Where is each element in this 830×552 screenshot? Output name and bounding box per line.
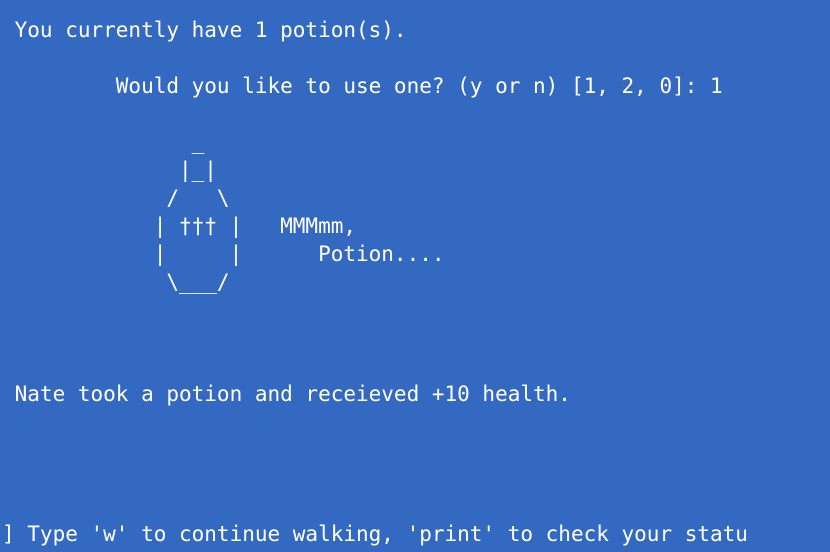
potion-art-shoulder: / \ [2,186,230,210]
command-instructions-line: ] Type 'w' to continue walking, 'print' … [2,522,748,546]
terminal-window[interactable]: You currently have 1 potion(s). Would yo… [0,0,830,552]
potion-art-neck: |_| [2,158,217,182]
potion-art-cork: _ [2,130,205,154]
potion-count-message: You currently have 1 potion(s). [2,18,407,42]
use-potion-prompt: Would you like to use one? (y or n) [1, … [2,74,723,98]
health-gain-message: Nate took a potion and receieved +10 hea… [2,382,571,406]
potion-art-base: \___/ [2,270,230,294]
potion-art-body-row: | | Potion.... [2,242,445,266]
potion-art-label-row: | ††† | MMMmm, [2,214,357,238]
